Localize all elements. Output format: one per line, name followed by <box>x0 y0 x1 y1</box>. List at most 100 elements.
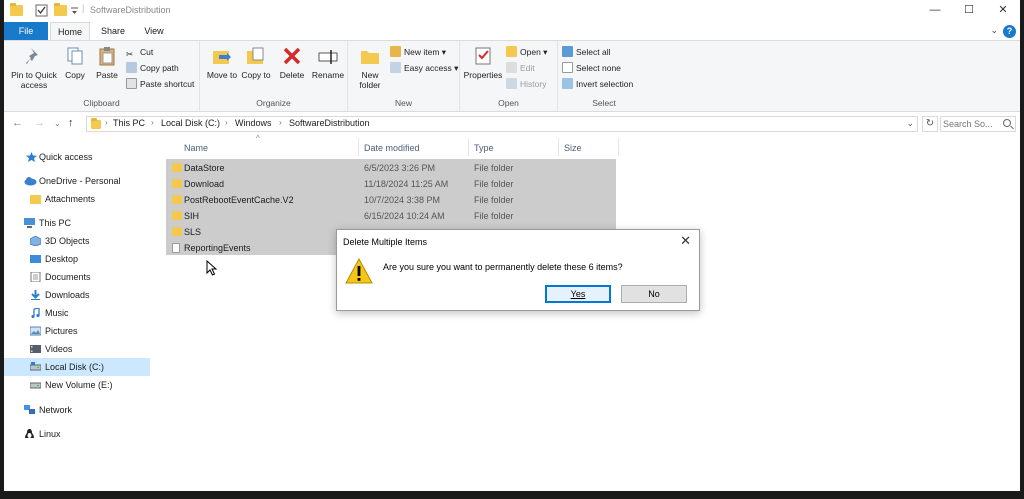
nav-label: Quick access <box>39 152 93 162</box>
nav-label: Linux <box>39 429 61 439</box>
maximize-button[interactable]: ☐ <box>952 0 986 22</box>
open-button[interactable]: Open ▾ <box>506 45 547 59</box>
easy-access-button[interactable]: Easy access ▾ <box>390 61 458 75</box>
paste-button[interactable]: Paste <box>90 45 124 80</box>
rename-button[interactable]: Rename <box>310 45 346 80</box>
file-list-pane: ^ Name Date modified Type Size DataStore… <box>154 134 1020 491</box>
customize-toolbar-icon[interactable] <box>70 4 79 17</box>
crumb-this-pc[interactable]: This PC <box>113 118 145 128</box>
video-icon <box>30 345 41 353</box>
cut-button[interactable]: ✂ Cut <box>126 45 153 59</box>
tab-view[interactable]: View <box>136 22 172 40</box>
nav-item-network[interactable]: Network <box>4 401 150 419</box>
title-separator: | <box>82 3 85 13</box>
no-button[interactable]: No <box>621 285 687 303</box>
nav-item-attachments[interactable]: Attachments <box>4 190 150 208</box>
nav-item-documents[interactable]: Documents <box>4 268 150 286</box>
crumb-separator: › <box>105 118 108 127</box>
address-folder-icon <box>91 118 101 129</box>
dialog-close-icon[interactable]: ✕ <box>680 233 691 249</box>
select-none-button[interactable]: Select none <box>562 61 621 75</box>
nav-item-this-pc[interactable]: This PC <box>4 214 150 232</box>
rename-label: Rename <box>311 70 345 80</box>
crumb-local-disk[interactable]: Local Disk (C:) <box>161 118 220 128</box>
recent-chevron-icon[interactable]: ⌄ <box>54 119 61 128</box>
nav-label: Network <box>39 405 73 415</box>
paste-shortcut-button[interactable]: Paste shortcut <box>126 77 194 91</box>
column-header-type[interactable]: Type <box>474 140 494 156</box>
yes-button[interactable]: Yes <box>545 285 611 303</box>
properties-icon <box>475 47 491 65</box>
search-box[interactable] <box>940 116 1016 132</box>
copy-label: Copy <box>65 70 85 80</box>
copy-to-button[interactable]: Copy to <box>240 45 272 80</box>
minimize-button[interactable]: — <box>918 0 952 22</box>
chevron-down-icon[interactable]: ⌄ <box>990 25 998 36</box>
nav-item-3d-objects[interactable]: 3D Objects <box>4 232 150 250</box>
table-row[interactable]: SIH 6/15/2024 10:24 AM File folder <box>166 208 616 224</box>
column-divider[interactable] <box>358 138 359 156</box>
back-arrow-icon[interactable]: ← <box>12 117 23 129</box>
pin-button[interactable]: Pin to Quick access <box>6 45 62 90</box>
nav-label: New Volume (E:) <box>45 380 113 390</box>
new-folder-button[interactable]: New folder <box>352 45 388 90</box>
column-header-size[interactable]: Size <box>564 140 582 156</box>
column-header-name[interactable]: Name <box>184 140 208 156</box>
new-folder-quick-icon[interactable] <box>54 3 67 16</box>
navigation-pane: Quick access OneDrive - Personal Attachm… <box>4 136 150 491</box>
new-folder-label: New folder <box>359 70 381 90</box>
folder-icon <box>10 3 23 16</box>
nav-item-desktop[interactable]: Desktop <box>4 250 150 268</box>
new-folder-icon <box>361 51 379 64</box>
nav-item-videos[interactable]: Videos <box>4 340 150 358</box>
new-group-label: New <box>394 98 412 108</box>
ribbon: Pin to Quick access Copy Paste ✂ Cut Copy… <box>4 40 1020 112</box>
scissors-icon: ✂ <box>126 49 134 59</box>
nav-item-local-disk[interactable]: Local Disk (C:) <box>4 358 150 376</box>
crumb-windows[interactable]: Windows <box>235 118 272 128</box>
move-to-button[interactable]: Move to <box>206 45 238 80</box>
search-input[interactable] <box>943 118 1001 130</box>
nav-item-downloads[interactable]: Downloads <box>4 286 150 304</box>
refresh-icon[interactable]: ↻ <box>922 116 938 132</box>
properties-quick-icon[interactable] <box>35 4 48 17</box>
column-divider[interactable] <box>558 138 559 156</box>
properties-button[interactable]: Properties <box>462 45 504 80</box>
invert-selection-button[interactable]: Invert selection <box>562 77 633 91</box>
column-divider[interactable] <box>618 138 619 156</box>
nav-item-music[interactable]: Music <box>4 304 150 322</box>
edit-button[interactable]: Edit <box>506 61 535 75</box>
history-button[interactable]: History <box>506 77 546 91</box>
nav-label: Pictures <box>45 326 78 336</box>
crumb-softwaredistribution[interactable]: SoftwareDistribution <box>289 118 370 128</box>
title-bar: | SoftwareDistribution — ☐ ✕ <box>4 0 1020 22</box>
copy-button[interactable]: Copy <box>60 45 90 80</box>
tab-file[interactable]: File <box>4 22 48 40</box>
nav-item-new-volume[interactable]: New Volume (E:) <box>4 376 150 394</box>
address-bar-row: ← → ⌄ ↑ › This PC › Local Disk (C:) › Wi… <box>4 112 1020 136</box>
nav-item-linux[interactable]: Linux <box>4 425 150 443</box>
select-none-label: Select none <box>576 63 621 73</box>
nav-item-onedrive[interactable]: OneDrive - Personal <box>4 172 150 190</box>
new-item-button[interactable]: New item ▾ <box>390 45 446 59</box>
up-arrow-icon[interactable]: ↑ <box>68 117 74 129</box>
column-header-date[interactable]: Date modified <box>364 140 420 156</box>
close-button[interactable]: ✕ <box>986 0 1020 22</box>
column-divider[interactable] <box>468 138 469 156</box>
easy-access-label: Easy access <box>404 63 452 73</box>
address-dropdown-icon[interactable]: ⌄ <box>906 118 914 129</box>
select-all-button[interactable]: Select all <box>562 45 611 59</box>
forward-arrow-icon[interactable]: → <box>34 117 45 129</box>
help-icon[interactable]: ? <box>1003 25 1016 38</box>
open-group-label: Open <box>498 98 519 108</box>
delete-button[interactable]: Delete <box>276 45 308 80</box>
tab-home[interactable]: Home <box>50 22 90 40</box>
nav-item-quick-access[interactable]: Quick access <box>4 148 150 166</box>
table-row[interactable]: Download 11/18/2024 11:25 AM File folder <box>166 176 616 192</box>
table-row[interactable]: DataStore 6/5/2023 3:26 PM File folder <box>166 160 616 176</box>
nav-item-pictures[interactable]: Pictures <box>4 322 150 340</box>
table-row[interactable]: PostRebootEventCache.V2 10/7/2024 3:38 P… <box>166 192 616 208</box>
tab-share[interactable]: Share <box>94 22 132 40</box>
address-box[interactable]: › This PC › Local Disk (C:) › Windows › … <box>86 116 918 132</box>
copy-path-button[interactable]: Copy path <box>126 61 179 75</box>
